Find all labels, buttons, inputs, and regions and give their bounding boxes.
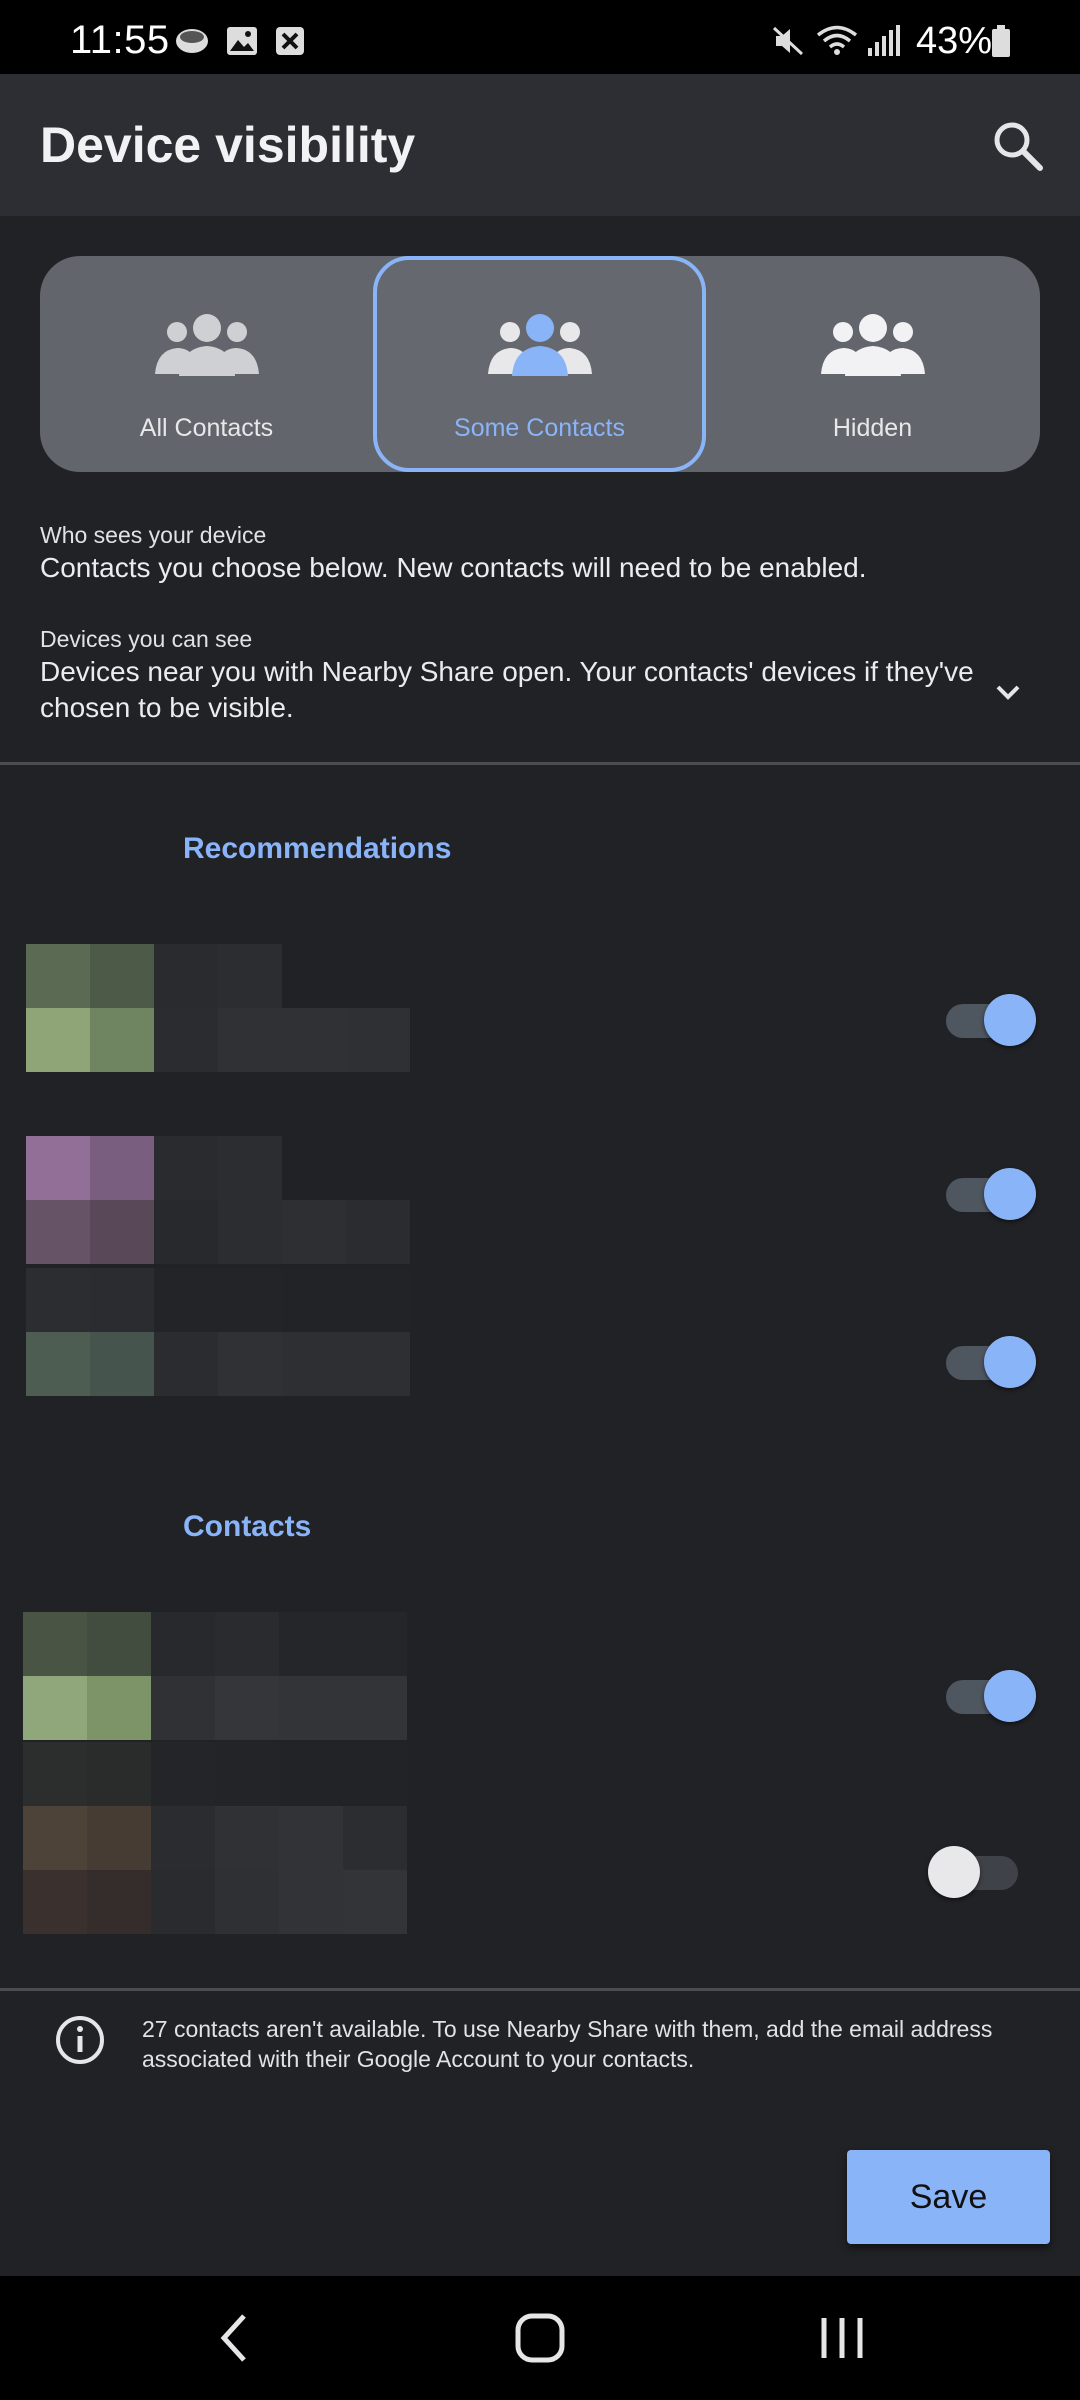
option-hidden[interactable]: Hidden <box>706 256 1039 472</box>
unavailable-contacts-notice: 27 contacts aren't available. To use Nea… <box>142 2014 1042 2074</box>
contact-toggle[interactable] <box>946 1336 1036 1388</box>
back-icon[interactable] <box>204 2306 268 2370</box>
battery-icon <box>992 25 1010 57</box>
app-bar: Device visibility <box>0 74 1080 216</box>
save-button[interactable]: Save <box>847 2150 1050 2244</box>
recommendations-header: Recommendations <box>183 832 452 865</box>
divider <box>0 1988 1080 1991</box>
search-icon[interactable] <box>990 118 1046 174</box>
mute-icon <box>772 26 804 56</box>
signal-icon <box>868 25 900 56</box>
contact-toggle[interactable] <box>946 1670 1036 1722</box>
list-item[interactable] <box>0 944 1080 1074</box>
navigation-bar <box>0 2276 1080 2400</box>
recent-apps-icon[interactable] <box>810 2306 874 2370</box>
people-icon <box>154 314 259 376</box>
page-title: Device visibility <box>40 117 416 173</box>
list-item[interactable] <box>0 1742 1080 1934</box>
devices-text-line2: chosen to be visible. <box>40 692 294 723</box>
devices-label: Devices you can see <box>40 626 253 652</box>
contact-avatar-blurred <box>26 1136 410 1264</box>
visibility-selector: All Contacts Some Contacts Hidden <box>40 256 1040 472</box>
home-icon[interactable] <box>508 2306 572 2370</box>
option-all-contacts[interactable]: All Contacts <box>40 256 373 472</box>
list-item[interactable] <box>0 1268 1080 1418</box>
divider <box>0 762 1080 765</box>
people-icon <box>820 314 925 376</box>
status-time: 11:55 <box>70 18 170 62</box>
list-item[interactable] <box>0 1136 1080 1266</box>
notice-line: associated with their Google Account to … <box>142 2046 695 2072</box>
chevron-down-icon[interactable] <box>990 678 1026 706</box>
people-icon <box>487 314 592 376</box>
contact-avatar-blurred <box>26 1268 410 1396</box>
option-label: Hidden <box>832 414 913 442</box>
battery-percent: 43% <box>916 20 993 62</box>
contact-avatar-blurred <box>23 1742 407 1934</box>
option-some-contacts[interactable]: Some Contacts <box>373 256 706 472</box>
option-label: Some Contacts <box>454 414 625 442</box>
contact-toggle[interactable] <box>946 1168 1036 1220</box>
contact-avatar-blurred <box>26 944 410 1072</box>
who-sees-label: Who sees your device <box>40 522 267 548</box>
messenger-icon <box>176 29 208 53</box>
option-label: All Contacts <box>139 414 274 442</box>
notice-line: 27 contacts aren't available. To use Nea… <box>142 2016 993 2042</box>
list-item[interactable] <box>0 1612 1080 1742</box>
contact-toggle[interactable] <box>946 994 1036 1046</box>
devices-text-line1: Devices near you with Nearby Share open.… <box>40 656 974 687</box>
image-icon <box>227 27 257 55</box>
wifi-icon <box>816 25 858 55</box>
who-sees-text: Contacts you choose below. New contacts … <box>40 552 867 583</box>
notification-x-icon <box>276 27 304 55</box>
contact-toggle[interactable] <box>928 1846 1024 1898</box>
status-bar: 11:55 43% <box>0 0 1080 74</box>
contacts-header: Contacts <box>183 1510 312 1543</box>
info-icon <box>56 2016 104 2064</box>
contact-avatar-blurred <box>23 1612 407 1740</box>
